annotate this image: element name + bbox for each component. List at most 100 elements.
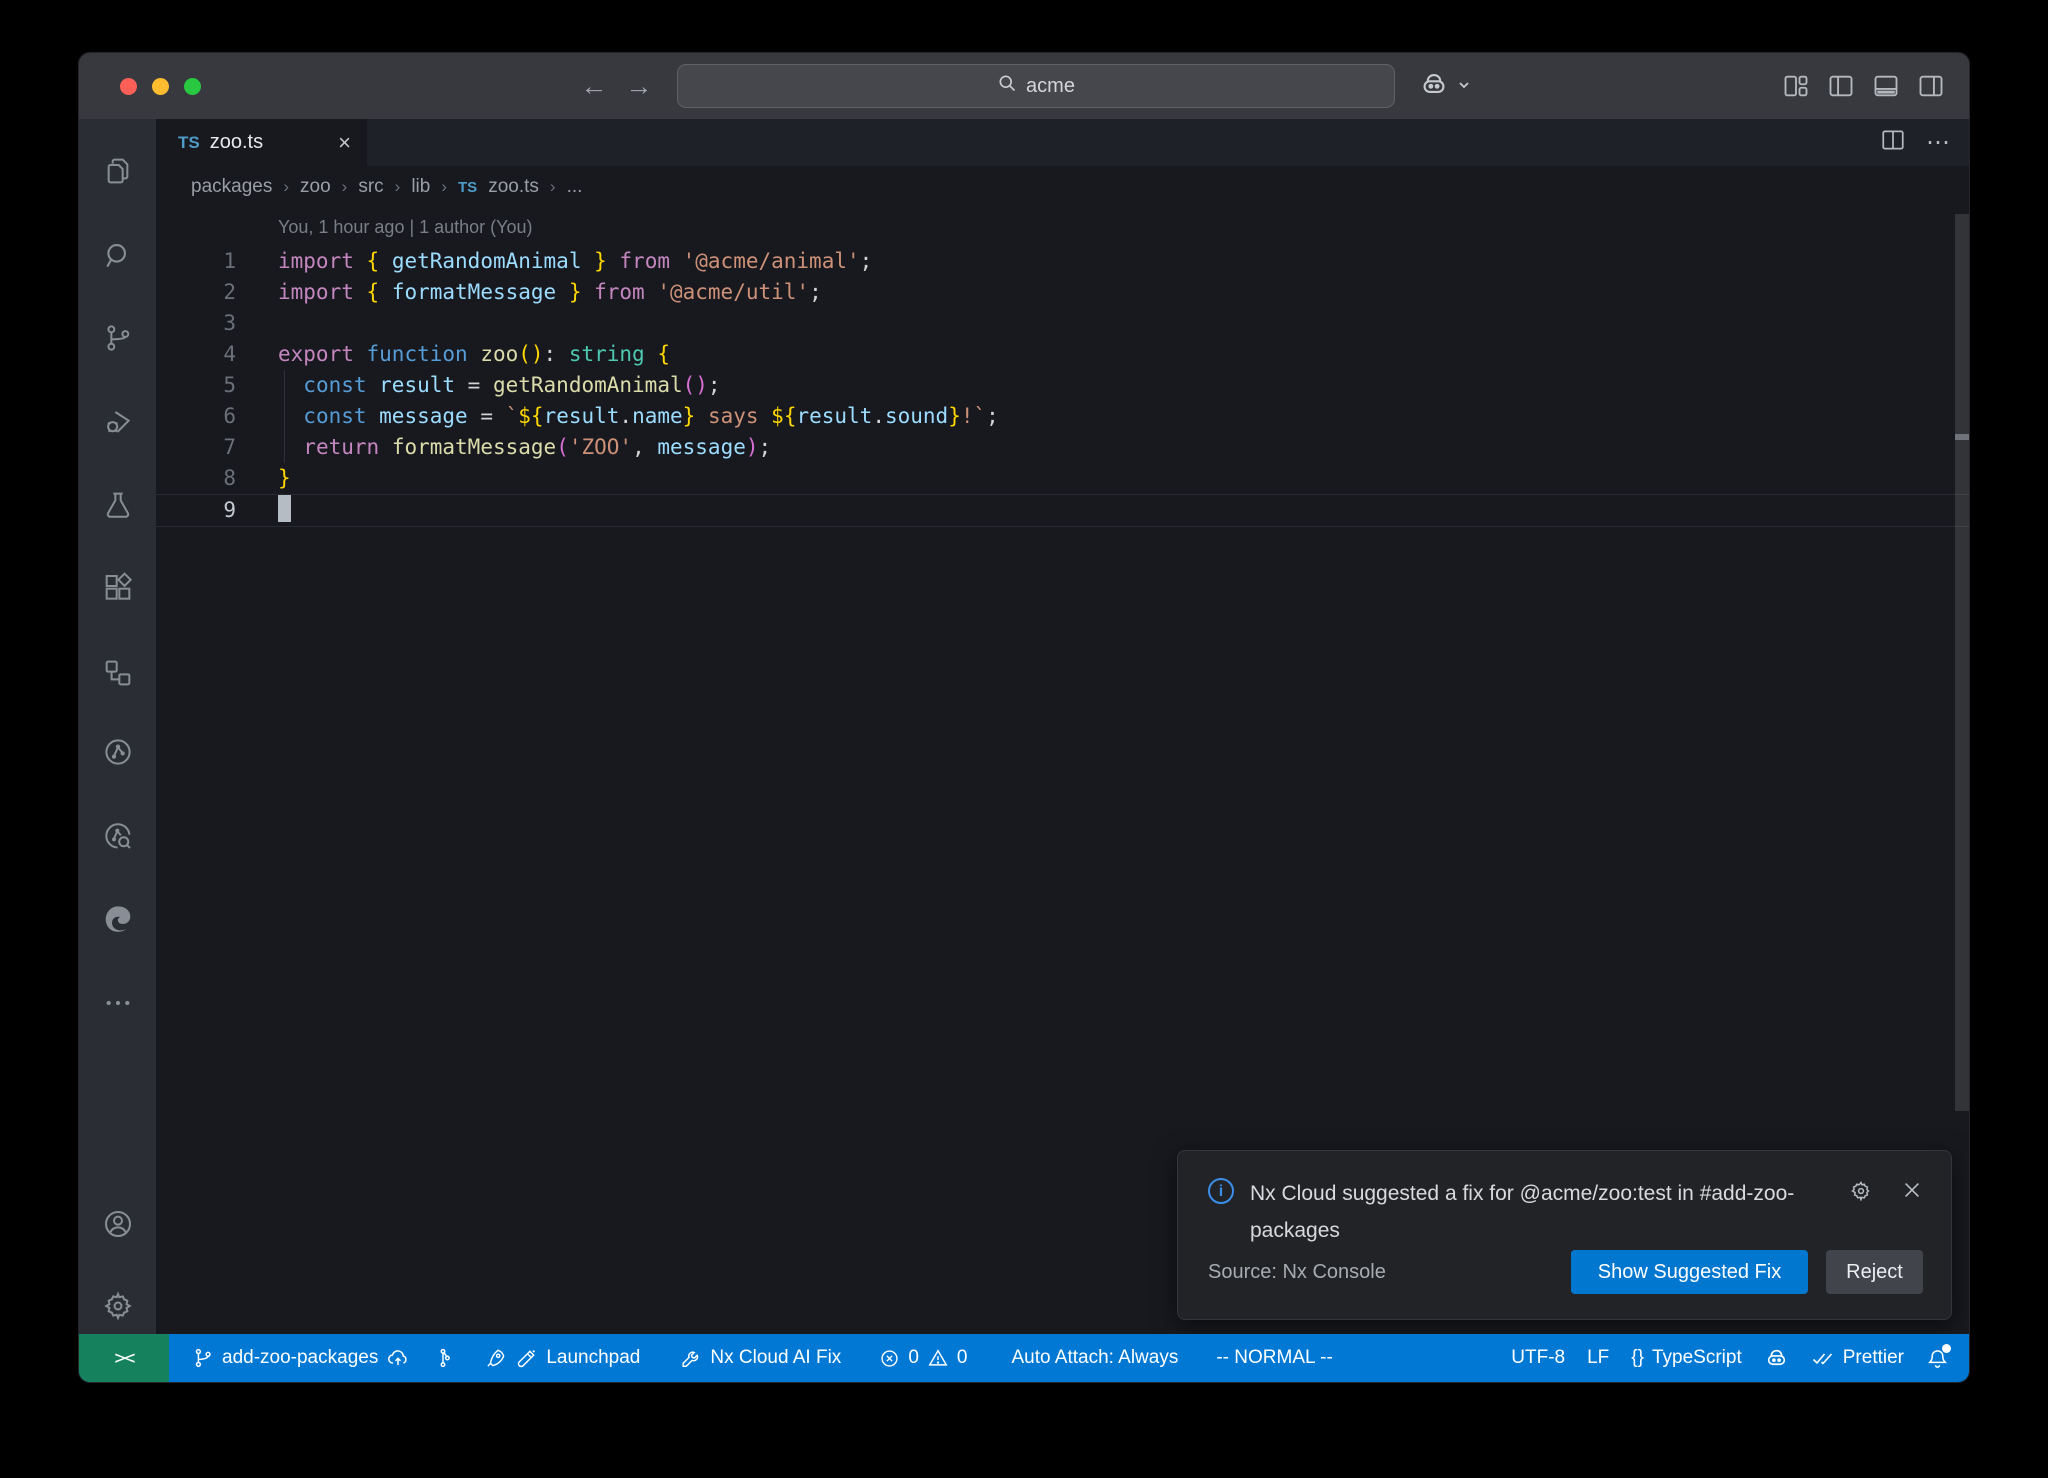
- code-text[interactable]: export function zoo(): string {: [236, 339, 670, 370]
- error-icon: [879, 1348, 900, 1369]
- testing-icon[interactable]: [102, 489, 134, 521]
- notification-badge: [1942, 1344, 1951, 1353]
- more-views-icon[interactable]: [102, 987, 134, 1019]
- code-line[interactable]: 2import { formatMessage } from '@acme/ut…: [156, 277, 1969, 308]
- copilot-status-item[interactable]: [1753, 1334, 1800, 1382]
- chevron-right-icon: ›: [395, 177, 401, 197]
- settings-gear-icon[interactable]: [102, 1290, 134, 1322]
- graph-icon: [432, 1347, 454, 1369]
- toggle-secondary-sidebar-icon[interactable]: [1917, 72, 1945, 100]
- nx-cloud-icon[interactable]: [102, 736, 134, 768]
- toggle-primary-sidebar-icon[interactable]: [1827, 72, 1855, 100]
- code-text[interactable]: [236, 495, 291, 526]
- vim-mode-label: -- NORMAL --: [1216, 1347, 1332, 1369]
- editor-more-actions-icon[interactable]: ⋯: [1926, 128, 1951, 157]
- git-branch-item[interactable]: add-zoo-packages: [181, 1334, 421, 1382]
- tab-close-icon[interactable]: ×: [338, 130, 351, 156]
- breadcrumb-file[interactable]: zoo.ts: [488, 176, 539, 198]
- reject-button[interactable]: Reject: [1826, 1250, 1923, 1294]
- chevron-right-icon: ›: [441, 177, 447, 197]
- split-editor-icon[interactable]: [1880, 127, 1906, 158]
- edge-browser-icon[interactable]: [102, 903, 134, 935]
- customize-layout-icon[interactable]: [1782, 72, 1810, 100]
- notification-settings-gear-icon[interactable]: [1849, 1179, 1873, 1208]
- git-blame-annotation: You, 1 hour ago | 1 author (You): [156, 208, 1969, 246]
- chevron-right-icon: ›: [342, 177, 348, 197]
- code-line[interactable]: 7 return formatMessage('ZOO', message);: [156, 432, 1969, 463]
- language-mode-item[interactable]: {} TypeScript: [1620, 1334, 1752, 1382]
- breadcrumb-overflow[interactable]: ...: [567, 176, 583, 198]
- code-line[interactable]: 4export function zoo(): string {: [156, 339, 1969, 370]
- code-text[interactable]: import { getRandomAnimal } from '@acme/a…: [236, 246, 872, 277]
- command-center-search[interactable]: acme: [677, 64, 1395, 108]
- toggle-panel-icon[interactable]: [1872, 72, 1900, 100]
- encoding-label: UTF-8: [1511, 1347, 1565, 1369]
- problems-item[interactable]: 0 0: [868, 1334, 978, 1382]
- cursor-block: [278, 495, 291, 522]
- close-window-button[interactable]: [120, 78, 137, 95]
- code-line[interactable]: 1import { getRandomAnimal } from '@acme/…: [156, 246, 1969, 277]
- breadcrumb-item[interactable]: src: [358, 176, 383, 198]
- braces-icon: {}: [1631, 1347, 1644, 1369]
- code-line[interactable]: 5 const result = getRandomAnimal();: [156, 370, 1969, 401]
- search-icon: [997, 73, 1017, 99]
- language-label: TypeScript: [1652, 1347, 1742, 1369]
- show-suggested-fix-button[interactable]: Show Suggested Fix: [1571, 1250, 1808, 1294]
- typescript-file-icon: TS: [458, 179, 477, 196]
- copilot-icon[interactable]: [1419, 70, 1449, 105]
- code-text[interactable]: [236, 308, 278, 339]
- nx-project-graph-item[interactable]: [421, 1334, 465, 1382]
- zoom-window-button[interactable]: [184, 78, 201, 95]
- launchpad-item[interactable]: Launchpad: [473, 1334, 651, 1382]
- code-line[interactable]: 9: [156, 494, 1969, 527]
- breadcrumb-item[interactable]: lib: [411, 176, 430, 198]
- explorer-icon[interactable]: [102, 155, 134, 187]
- line-number: 3: [156, 308, 236, 339]
- code-line[interactable]: 3: [156, 308, 1969, 339]
- navigate-back-icon[interactable]: ←: [577, 69, 611, 103]
- eol-item[interactable]: LF: [1576, 1334, 1620, 1382]
- line-number: 6: [156, 401, 236, 432]
- overview-ruler-cursor-marker: [1955, 434, 1969, 440]
- code-text[interactable]: return formatMessage('ZOO', message);: [236, 432, 771, 463]
- nx-console-icon[interactable]: [102, 657, 134, 689]
- source-control-icon[interactable]: [102, 322, 134, 354]
- breadcrumb: packages › zoo › src › lib › TS zoo.ts ›…: [156, 166, 1969, 208]
- error-count: 0: [908, 1347, 919, 1369]
- title-bar[interactable]: ← → acme: [79, 53, 1969, 119]
- auto-attach-item[interactable]: Auto Attach: Always: [1000, 1334, 1189, 1382]
- navigate-forward-icon[interactable]: →: [622, 69, 656, 103]
- code-line[interactable]: 6 const message = `${result.name} says $…: [156, 401, 1969, 432]
- breadcrumb-item[interactable]: zoo: [300, 176, 331, 198]
- notification-close-icon[interactable]: [1901, 1179, 1923, 1208]
- editor-scrollbar[interactable]: [1955, 214, 1969, 1111]
- vim-mode-item[interactable]: -- NORMAL --: [1205, 1334, 1343, 1382]
- nx-cloud-ai-fix-item[interactable]: Nx Cloud AI Fix: [669, 1334, 852, 1382]
- code-line[interactable]: 8}: [156, 463, 1969, 494]
- search-view-icon[interactable]: [102, 240, 134, 272]
- double-check-icon: [1811, 1346, 1835, 1370]
- git-branch-icon: [192, 1347, 214, 1369]
- notifications-item[interactable]: [1915, 1334, 1969, 1382]
- minimize-window-button[interactable]: [152, 78, 169, 95]
- chevron-down-icon[interactable]: [1457, 78, 1471, 97]
- extensions-icon[interactable]: [102, 572, 134, 604]
- run-debug-icon[interactable]: [102, 406, 134, 438]
- breadcrumb-item[interactable]: packages: [191, 176, 272, 198]
- formatter-item[interactable]: Prettier: [1800, 1334, 1915, 1382]
- code-lines[interactable]: 1import { getRandomAnimal } from '@acme/…: [156, 246, 1969, 527]
- encoding-item[interactable]: UTF-8: [1500, 1334, 1576, 1382]
- code-text[interactable]: }: [236, 463, 291, 494]
- tab-zoo-ts[interactable]: TS zoo.ts ×: [156, 119, 367, 166]
- bell-icon: [1926, 1347, 1949, 1370]
- line-number: 4: [156, 339, 236, 370]
- account-icon[interactable]: [102, 1208, 134, 1240]
- nx-cloud-search-icon[interactable]: [102, 820, 134, 852]
- search-value: acme: [1026, 75, 1075, 98]
- code-text[interactable]: const result = getRandomAnimal();: [236, 370, 721, 401]
- code-text[interactable]: const message = `${result.name} says ${r…: [236, 401, 999, 432]
- copilot-icon: [1764, 1346, 1789, 1371]
- typescript-file-icon: TS: [178, 133, 200, 153]
- code-text[interactable]: import { formatMessage } from '@acme/uti…: [236, 277, 822, 308]
- remote-indicator[interactable]: ><: [79, 1334, 169, 1382]
